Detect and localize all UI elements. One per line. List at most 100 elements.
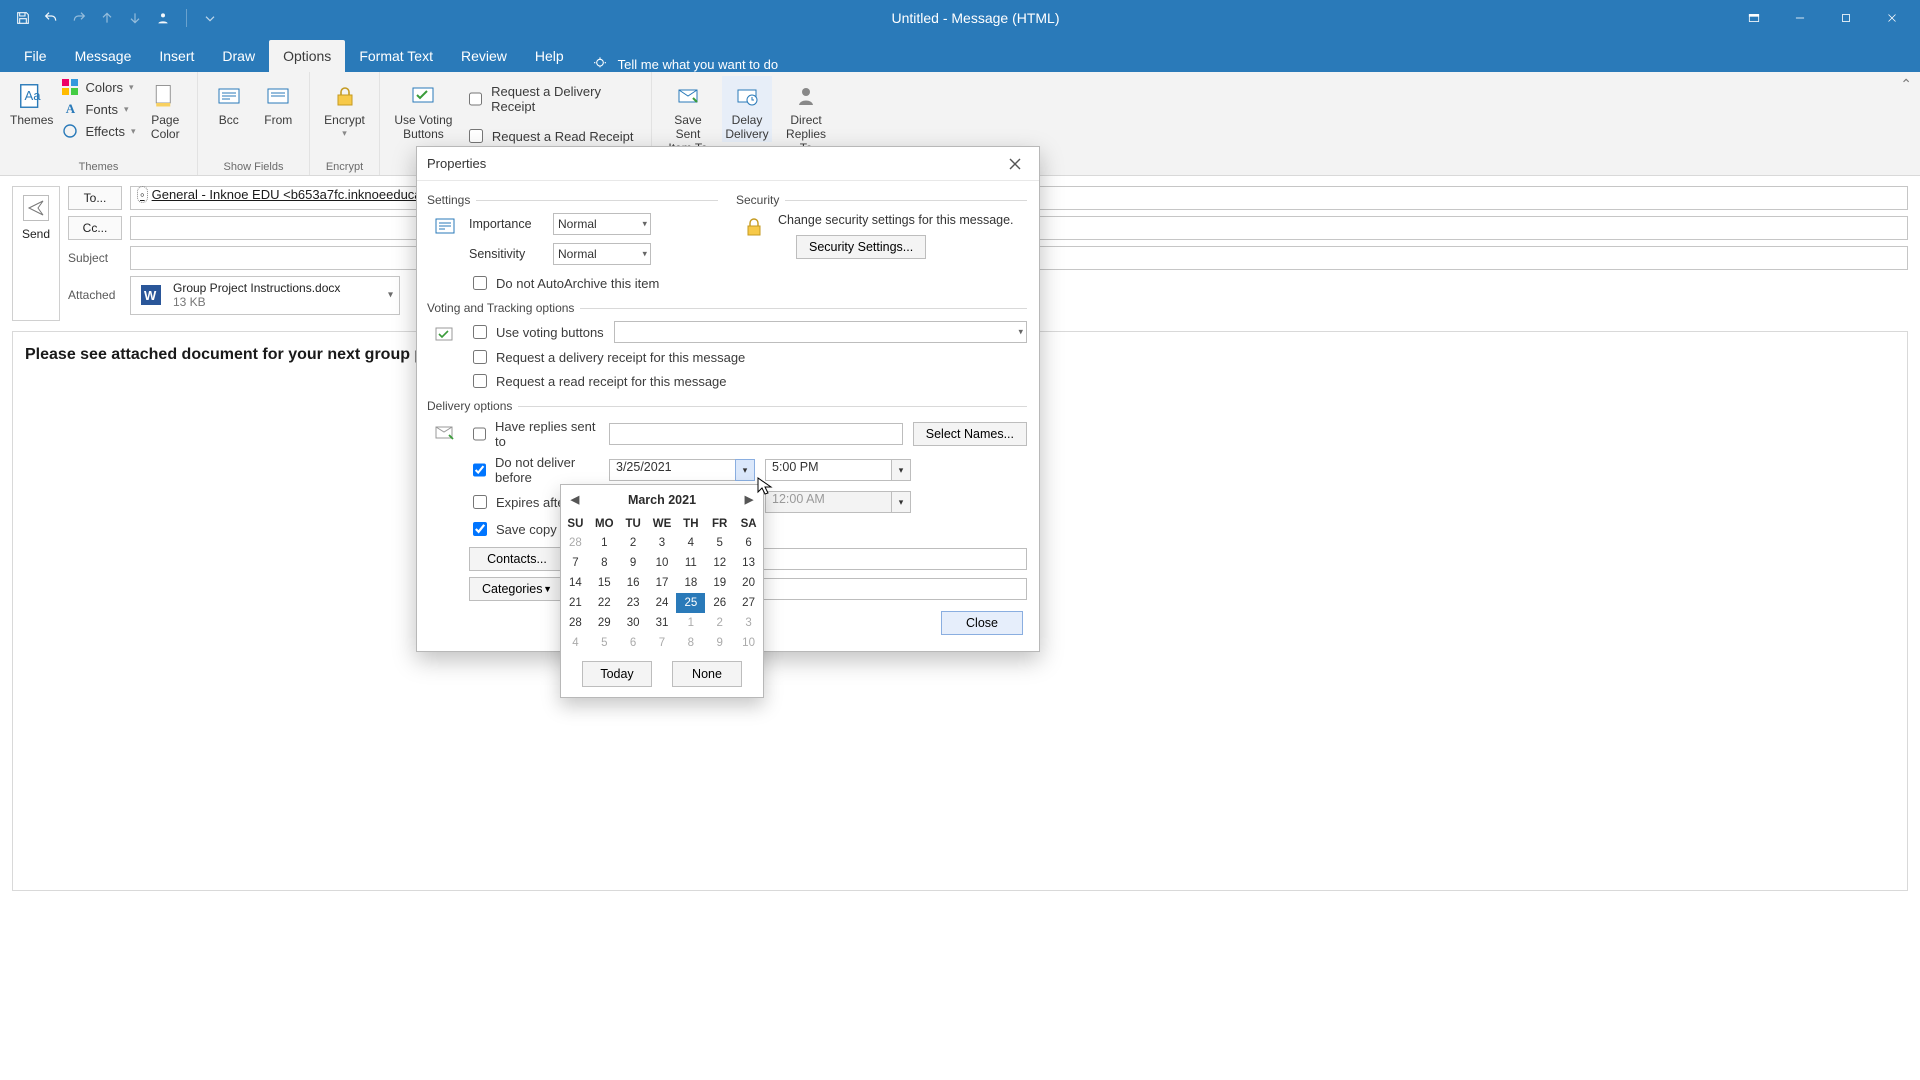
cal-day[interactable]: 9 [705,633,734,653]
cal-day[interactable]: 4 [561,633,590,653]
cal-day[interactable]: 21 [561,593,590,613]
cal-day[interactable]: 5 [705,533,734,553]
cal-day[interactable]: 7 [648,633,677,653]
cal-day[interactable]: 10 [648,553,677,573]
voting-buttons-input[interactable]: ▾ [614,321,1027,343]
cal-prev-month[interactable]: ◀ [567,491,583,507]
cal-day[interactable]: 8 [590,553,619,573]
delivery-receipt-check[interactable]: Request a Delivery Receipt [465,84,641,114]
cal-day[interactable]: 12 [705,553,734,573]
cal-none-button[interactable]: None [672,661,742,687]
tab-options[interactable]: Options [269,40,345,72]
cal-day[interactable]: 25 [676,593,705,613]
read-receipt-check[interactable]: Request a Read Receipt [465,126,641,146]
security-settings-button[interactable]: Security Settings... [796,235,926,259]
tab-format-text[interactable]: Format Text [345,40,447,72]
tab-review[interactable]: Review [447,40,521,72]
dialog-close-icon[interactable] [1001,150,1029,178]
cal-day[interactable]: 31 [648,613,677,633]
sensitivity-select[interactable]: Normal▾ [553,243,651,265]
cal-day[interactable]: 7 [561,553,590,573]
replies-input[interactable] [609,423,903,445]
cal-day[interactable]: 4 [676,533,705,553]
deliver-date-field[interactable]: 3/25/2021 ▾ [609,459,755,481]
select-names-button[interactable]: Select Names... [913,422,1027,446]
cal-day[interactable]: 29 [590,613,619,633]
cal-next-month[interactable]: ▶ [741,491,757,507]
cal-day[interactable]: 2 [705,613,734,633]
deliver-time-field[interactable]: 5:00 PM ▾ [765,459,911,481]
save-icon[interactable] [14,9,32,27]
time-dropdown-icon[interactable]: ▾ [891,459,911,481]
arrow-down-icon[interactable] [126,9,144,27]
cal-day[interactable]: 1 [590,533,619,553]
collapse-ribbon-icon[interactable]: ⌃ [1900,76,1912,93]
cal-day[interactable]: 28 [561,533,590,553]
date-dropdown-icon[interactable]: ▾ [735,459,755,481]
cal-day[interactable]: 6 [619,633,648,653]
arrow-up-icon[interactable] [98,9,116,27]
send-button[interactable]: Send [12,186,60,321]
autoarchive-check[interactable]: Do not AutoArchive this item [469,273,718,293]
tell-me-search[interactable]: Tell me what you want to do [578,56,778,72]
cal-day[interactable]: 26 [705,593,734,613]
do-not-deliver-check[interactable]: Do not deliver before [469,455,599,485]
redo-icon[interactable] [70,9,88,27]
categories-button[interactable]: Categories▼ [469,577,565,601]
direct-replies-button[interactable]: Direct Replies To [780,76,832,155]
cal-day[interactable]: 13 [734,553,763,573]
cal-day[interactable]: 9 [619,553,648,573]
cal-day[interactable]: 30 [619,613,648,633]
close-button[interactable]: Close [941,611,1023,635]
cal-day[interactable]: 11 [676,553,705,573]
colors-button[interactable]: Colors ▾ [61,78,135,96]
tab-message[interactable]: Message [61,40,146,72]
contacts-button[interactable]: Contacts... [469,547,565,571]
cal-day[interactable]: 3 [734,613,763,633]
delay-delivery-button[interactable]: Delay Delivery [722,76,772,142]
page-color-button[interactable]: Page Color [144,76,187,142]
cal-day[interactable]: 28 [561,613,590,633]
close-icon[interactable] [1870,2,1914,34]
tab-file[interactable]: File [10,40,61,72]
maximize-icon[interactable] [1824,2,1868,34]
cal-day[interactable]: 15 [590,573,619,593]
cal-today-button[interactable]: Today [582,661,652,687]
cal-day[interactable]: 5 [590,633,619,653]
encrypt-button[interactable]: Encrypt ▾ [320,76,369,139]
cal-day[interactable]: 27 [734,593,763,613]
ribbon-display-icon[interactable] [1732,2,1776,34]
chevron-down-icon[interactable]: ▾ [388,290,393,301]
use-voting-check[interactable]: Use voting buttons [469,322,604,342]
cal-day[interactable]: 1 [676,613,705,633]
have-replies-check[interactable]: Have replies sent to [469,419,599,449]
cal-day[interactable]: 24 [648,593,677,613]
voting-buttons[interactable]: Use Voting Buttons [390,76,457,142]
cc-button[interactable]: Cc... [68,216,122,240]
from-button[interactable]: From [258,76,300,128]
cal-day[interactable]: 17 [648,573,677,593]
tab-draw[interactable]: Draw [208,40,269,72]
cal-day[interactable]: 20 [734,573,763,593]
qat-customize-icon[interactable] [201,9,219,27]
person-icon[interactable] [154,9,172,27]
expires-time-field[interactable]: 12:00 AM ▾ [765,491,911,513]
undo-icon[interactable] [42,9,60,27]
cal-day[interactable]: 6 [734,533,763,553]
cal-day[interactable]: 10 [734,633,763,653]
cal-day[interactable]: 22 [590,593,619,613]
cal-day[interactable]: 16 [619,573,648,593]
fonts-button[interactable]: AFonts ▾ [61,100,135,118]
attachment-chip[interactable]: W Group Project Instructions.docx 13 KB … [130,276,400,315]
expires-time-dropdown-icon[interactable]: ▾ [891,491,911,513]
save-sent-button[interactable]: Save Sent Item To [662,76,714,155]
effects-button[interactable]: Effects ▾ [61,122,135,140]
bcc-button[interactable]: Bcc [208,76,250,128]
cal-day[interactable]: 18 [676,573,705,593]
to-button[interactable]: To... [68,186,122,210]
req-read-check[interactable]: Request a read receipt for this message [469,371,1027,391]
cal-day[interactable]: 2 [619,533,648,553]
tab-help[interactable]: Help [521,40,578,72]
importance-select[interactable]: Normal▾ [553,213,651,235]
cal-day[interactable]: 19 [705,573,734,593]
